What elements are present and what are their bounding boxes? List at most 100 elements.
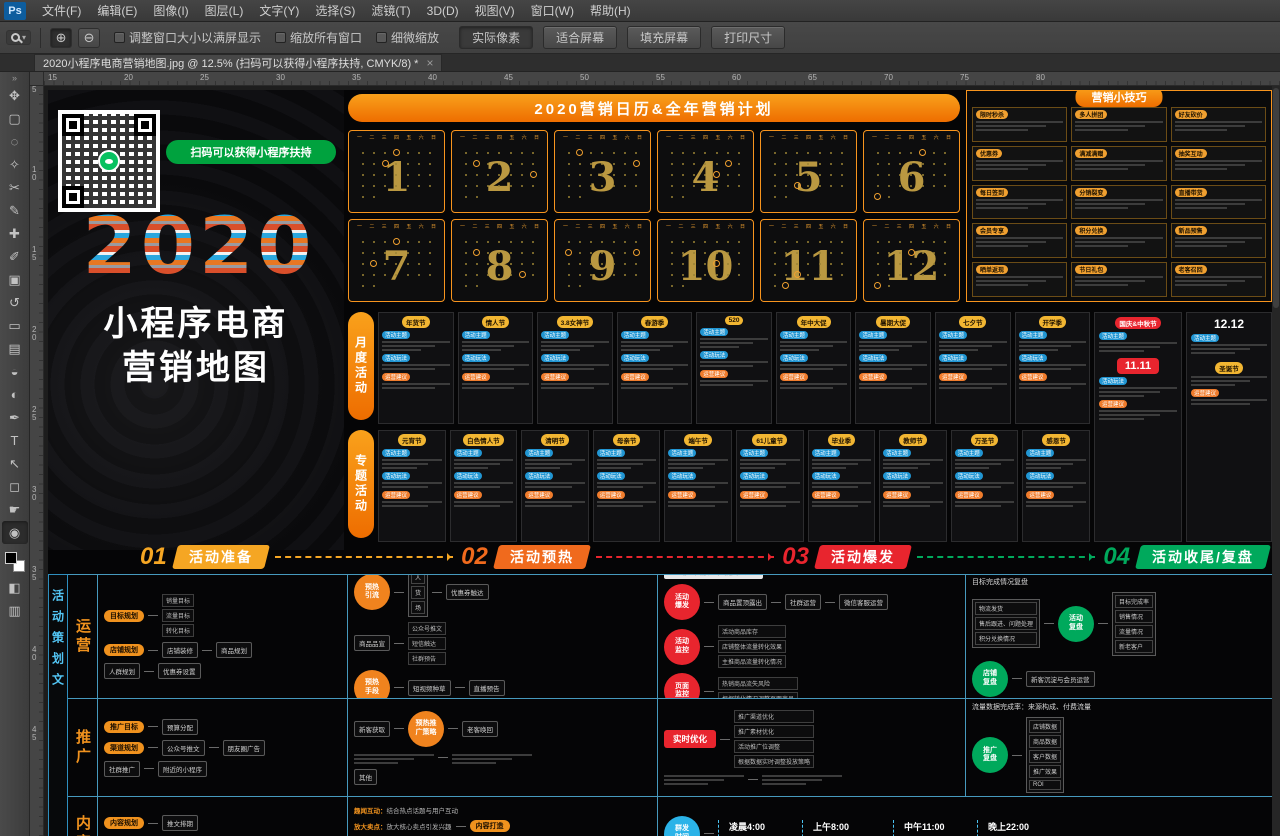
tip-title: 老客召回 [1175,265,1207,274]
event-tag: 活动主题 [541,331,569,339]
text-bar [525,505,571,507]
weekday-row: 一二三四五六日 [765,133,852,141]
menu-item[interactable]: 帮助(H) [582,0,639,21]
day-dot [671,174,673,176]
day-dot [682,285,684,287]
day-dot [590,163,592,165]
options-button[interactable]: 填充屏幕 [627,26,701,49]
color-swatches[interactable] [5,552,25,572]
tip-card: 会员专享 [972,223,1067,258]
text-bar [1191,403,1250,405]
event-tag: 活动主题 [1026,449,1054,457]
text-bar [452,754,532,756]
photoshop-logo[interactable]: Ps [4,2,26,20]
vertical-ruler[interactable]: 51015202530354045 [30,86,44,836]
text-bar [976,280,1046,282]
menu-item[interactable]: 窗口(W) [523,0,582,21]
active-tool-preview[interactable]: ▾ [6,30,31,45]
checkbox-box[interactable] [275,32,286,43]
day-dot [384,185,386,187]
menu-item[interactable]: 选择(S) [307,0,363,21]
phase-number: 03 [782,543,809,571]
option-checkbox[interactable]: 调整窗口大小以满屏显示 [114,29,261,46]
document-tab[interactable]: 2020小程序电商营销地图.jpg @ 12.5% (扫码可以获得小程序扶持, … [34,54,442,71]
zoom-out-button[interactable]: ⊖ [78,28,100,48]
document-canvas[interactable]: 扫码可以获得小程序扶持 2020 小程序电商 营销地图 2020营销日历&全年营… [48,90,1272,836]
vertical-scrollbar[interactable] [1272,86,1280,836]
connector-line [455,687,465,688]
blur-tool[interactable]: ◒ [2,360,28,383]
connector-line [704,833,714,834]
clone-stamp-tool[interactable]: ▣ [2,268,28,291]
dodge-tool[interactable]: ◐ [2,383,28,406]
checkbox-box[interactable] [114,32,125,43]
eyedropper-tool[interactable]: ✎ [2,199,28,222]
day-dot [682,174,684,176]
day-dot [565,249,572,256]
option-checkbox[interactable]: 细微缩放 [376,29,439,46]
ruler-digit: 5 [32,86,43,94]
magic-wand-tool[interactable]: ✧ [2,153,28,176]
options-button[interactable]: 实际像素 [459,26,533,49]
zoom-tool[interactable]: ◉ [2,521,28,544]
quick-mask-icon[interactable]: ◧ [2,576,28,599]
weekday: 六 [934,134,939,141]
lasso-tool[interactable]: ◌ [2,130,28,153]
shape-tool[interactable]: ◻ [2,475,28,498]
menu-item[interactable]: 滤镜(T) [363,0,418,21]
marquee-tool[interactable]: ▢ [2,107,28,130]
menu-item[interactable]: 图像(I) [145,0,196,21]
brush-tool[interactable]: ✐ [2,245,28,268]
screen-mode-icon[interactable]: ▥ [2,599,28,622]
tab-close-button[interactable]: × [426,56,433,70]
menu-item[interactable]: 图层(L) [197,0,252,21]
zoom-in-button[interactable]: ⊕ [50,28,72,48]
option-checkbox[interactable]: 缩放所有窗口 [275,29,362,46]
type-tool[interactable]: T [2,429,28,452]
healing-brush-tool[interactable]: ✚ [2,222,28,245]
calendar-month: 一二三四五六日12 [863,219,960,302]
menu-item[interactable]: 3D(D) [419,0,467,21]
options-button[interactable]: 打印尺寸 [711,26,785,49]
menu-item[interactable]: 文字(Y) [251,0,307,21]
history-brush-tool[interactable]: ↺ [2,291,28,314]
menu-item[interactable]: 编辑(E) [89,0,145,21]
day-dot [498,252,500,254]
move-tool[interactable]: ✥ [2,84,28,107]
menu-item[interactable]: 文件(F) [34,0,89,21]
text-bar [668,482,728,484]
map-row: 店铺规划店铺装修商品规划 [104,642,341,658]
canvas[interactable]: 扫码可以获得小程序扶持 2020 小程序电商 营销地图 2020营销日历&全年营… [44,86,1280,836]
path-select-tool[interactable]: ↖ [2,452,28,475]
gradient-tool[interactable]: ▤ [2,337,28,360]
pen-tool[interactable]: ✒ [2,406,28,429]
event-text [541,364,609,370]
horizontal-ruler[interactable]: 1520253035404550556065707580 [44,72,1280,86]
ruler-mark: 40 [424,72,500,85]
tips-title: 营销小技巧 [1076,90,1163,107]
crop-tool[interactable]: ✂ [2,176,28,199]
day-dot [877,241,879,243]
foreground-color-swatch[interactable] [5,552,17,564]
hand-tool[interactable]: ☛ [2,498,28,521]
checkbox-box[interactable] [376,32,387,43]
options-button[interactable]: 适合屏幕 [543,26,617,49]
row-label: 内容 [68,797,98,836]
weekday: 二 [472,134,477,141]
text-bar [780,383,848,385]
checkbox-label: 调整窗口大小以满屏显示 [129,29,261,46]
day-dot [888,152,890,154]
timeline-slot: 晚上22:00全天曝光最高点 [977,820,1037,836]
day-dot [671,163,673,165]
day-dot [384,152,386,154]
scrollbar-thumb[interactable] [1273,88,1279,308]
menu-item[interactable]: 视图(V) [467,0,523,21]
day-dot [785,274,787,276]
ruler-corner[interactable] [30,72,44,86]
map-stack-item: 销售情况 [1115,610,1153,623]
day-dot [830,152,832,154]
eraser-tool[interactable]: ▭ [2,314,28,337]
connector-line [720,739,730,740]
toolbar-collapse-button[interactable]: » [12,72,17,84]
map-cell-pr2: 新客获取预热推 广策略老客唤回其他 [348,699,658,796]
